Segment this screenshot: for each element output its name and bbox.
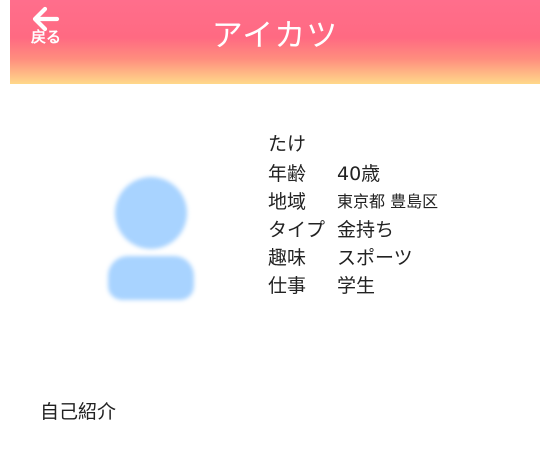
avatar-body (108, 256, 194, 300)
profile-row-label: 年齢 (268, 162, 307, 185)
page-title: アイカツ (211, 18, 339, 54)
person-placeholder-icon (104, 172, 198, 306)
profile-row-age: 年齢 40歳 (268, 158, 438, 186)
self-intro-heading: 自己紹介 (40, 401, 117, 423)
profile-name: たけ (268, 133, 307, 155)
profile-row-job: 仕事 学生 (268, 270, 438, 298)
profile-row-type: タイプ 金持ち (268, 214, 438, 242)
profile-row-value: スポーツ (337, 246, 413, 269)
profile-row-label: 仕事 (268, 274, 307, 297)
profile-row-value: 学生 (337, 274, 376, 297)
profile-row-value: 金持ち (337, 218, 395, 241)
profile-row-label: タイプ (268, 218, 326, 241)
profile-row-region: 地域 東京都 豊島区 (268, 186, 438, 214)
profile-info: たけ 年齢 40歳 地域 東京都 豊島区 タイプ 金持ち 趣味 スポーツ 仕事 … (268, 130, 438, 298)
profile-row-value: 40歳 (337, 162, 381, 185)
profile-screen: 戻る アイカツ たけ 年齢 40歳 地域 東京都 豊島区 タイプ 金持ち 趣味 … (0, 0, 540, 466)
profile-row-label: 地域 (268, 190, 307, 213)
profile-row-value: 東京都 豊島区 (337, 192, 439, 211)
avatar-head (115, 177, 187, 249)
profile-row-hobby: 趣味 スポーツ (268, 242, 438, 270)
profile-row-label: 趣味 (268, 246, 307, 269)
